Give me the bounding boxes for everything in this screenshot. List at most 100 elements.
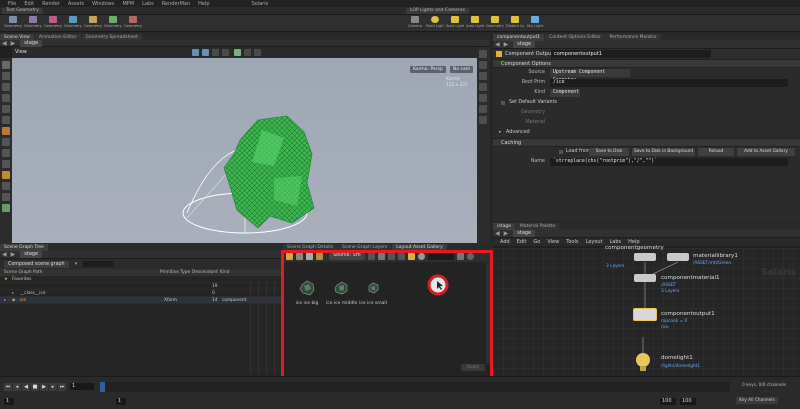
tag-icon[interactable] — [316, 252, 323, 260]
start-frame2-field[interactable]: 1 — [116, 398, 126, 405]
tile-view-icon[interactable] — [397, 252, 405, 260]
grid-icon[interactable] — [212, 49, 219, 56]
shelf-geometry-5[interactable]: Geometry 5 — [84, 16, 102, 31]
section-component-options[interactable]: Component Options — [493, 59, 800, 68]
step-back-icon[interactable]: ◂ — [13, 383, 21, 391]
timeline-bar[interactable] — [100, 382, 730, 392]
render-icon[interactable] — [479, 83, 487, 91]
tab-componentoutput1[interactable]: componentoutput1 — [493, 34, 545, 41]
network-canvas[interactable]: Solaris componentgeometry 3 Layers mater… — [493, 245, 800, 376]
edit-icon[interactable] — [306, 252, 313, 260]
back-icon[interactable]: ◀ — [2, 40, 7, 47]
shelf-geometry-1[interactable]: Geometry 1 — [4, 16, 22, 31]
menu-tools[interactable]: Tools — [566, 238, 578, 246]
view-tool-icon[interactable] — [2, 127, 10, 135]
back-icon[interactable]: ◀ — [2, 251, 7, 258]
shelf-geometry-4[interactable]: Geometry 4 — [64, 16, 82, 31]
list-view-icon[interactable] — [367, 252, 375, 260]
key-all-channels-button[interactable]: Key All Channels — [736, 397, 778, 404]
save-to-disk-button[interactable]: Save to Disk — [589, 148, 629, 156]
forward-icon[interactable]: ▶ — [504, 41, 509, 48]
back-icon[interactable]: ◀ — [495, 41, 500, 48]
stop-icon[interactable]: ■ — [31, 383, 39, 391]
visibility-icon[interactable] — [479, 105, 487, 113]
current-frame-field[interactable]: 1 — [70, 383, 94, 390]
frame-selected-icon[interactable] — [479, 61, 487, 69]
edit-tool-icon[interactable] — [2, 171, 10, 179]
snap-tool-icon[interactable] — [2, 193, 10, 201]
play-reverse-icon[interactable]: ◀ — [22, 383, 30, 391]
source-select[interactable]: Upstream Component Geometry — [550, 69, 630, 83]
param-path[interactable]: stage — [513, 40, 536, 48]
search-icon[interactable] — [417, 252, 425, 260]
pose-tool-icon[interactable] — [2, 116, 10, 124]
favorite-icon[interactable] — [407, 252, 415, 260]
gallery-item-ice-small[interactable]: ice ice small — [358, 279, 388, 306]
end-frame-field[interactable]: 100 — [660, 398, 676, 405]
go-start-icon[interactable]: ⏮ — [4, 383, 12, 391]
go-end-icon[interactable]: ⏭ — [58, 383, 66, 391]
forward-icon[interactable]: ▶ — [504, 230, 509, 237]
shelf-point-light[interactable]: Point Light — [426, 16, 444, 31]
light-icon[interactable] — [254, 49, 261, 56]
expand-icon[interactable]: ▸ — [12, 290, 14, 297]
table-row[interactable]: 19 — [0, 283, 283, 290]
flipbook-icon[interactable] — [479, 94, 487, 102]
sculpt-tool-icon[interactable] — [2, 204, 10, 212]
chevron-down-icon[interactable]: ▾ — [75, 261, 78, 267]
help-icon[interactable] — [466, 252, 474, 260]
large-grid-icon[interactable] — [387, 252, 395, 260]
table-row[interactable]: ▸ ◆ ice Xform 14 component — [0, 297, 283, 304]
scale-tool-icon[interactable] — [2, 94, 10, 102]
apply-button[interactable]: Apply — [461, 364, 485, 371]
shelf-geometry-6[interactable]: Geometry 6 — [104, 16, 122, 31]
shelf-tab-test-geometry[interactable]: Test Geometry — [2, 8, 43, 14]
search-input[interactable] — [427, 252, 454, 260]
tab-content-options-editor[interactable]: Content Options Editor — [545, 34, 605, 41]
guides-icon[interactable] — [222, 49, 229, 56]
home-view-icon[interactable] — [479, 50, 487, 58]
material-tool-icon[interactable] — [2, 149, 10, 157]
shelf-camera[interactable]: Camera — [406, 16, 424, 31]
viewport-canvas[interactable]: Karma: Persp No cam Karma 112 x 337 — [12, 58, 477, 243]
back-icon[interactable]: ◀ — [495, 230, 500, 237]
col-kind[interactable]: Kind — [220, 269, 248, 276]
timeline-cursor[interactable] — [100, 382, 105, 392]
tab-material-palette[interactable]: Material Palette — [516, 223, 560, 230]
name-field[interactable]: `strreplace(chs("rootprim"),"/","")` — [550, 158, 788, 166]
lock-icon[interactable] — [479, 116, 487, 124]
menu-edit[interactable]: Edit — [517, 238, 527, 246]
folder-icon[interactable] — [286, 252, 293, 260]
forward-icon[interactable]: ▶ — [11, 251, 16, 258]
tab-scene-graph-layers[interactable]: Scene Graph Layers — [337, 244, 392, 251]
scene-tree-mode[interactable]: Composed scene graph — [4, 260, 69, 268]
shelf-area-light[interactable]: Area Light — [466, 16, 484, 31]
gallery-item-ice-big[interactable]: ice ice big — [292, 279, 322, 306]
shelf-geometry-light[interactable]: Geometry Light — [486, 16, 504, 31]
shelf-geometry-7[interactable]: Geometry 7 — [124, 16, 142, 31]
paint-tool-icon[interactable] — [2, 182, 10, 190]
expand-icon[interactable]: ▸ — [4, 297, 6, 304]
tab-scene-graph-tree[interactable]: Scene Graph Tree — [0, 244, 48, 251]
reload-button[interactable]: Reload — [698, 148, 734, 156]
tab-scene-graph-details[interactable]: Scene Graph Details — [283, 244, 337, 251]
advanced-row[interactable]: ▸ Advanced — [493, 128, 800, 138]
gallery-item-ice-middle[interactable]: ice ice middle — [326, 279, 357, 306]
geometry-display-icon[interactable] — [234, 49, 241, 56]
snapshot-icon[interactable] — [244, 49, 251, 56]
col-descendant[interactable]: Descendant — [192, 269, 220, 276]
table-row[interactable]: ★ Favorites — [0, 276, 283, 283]
move-tool-icon[interactable] — [2, 72, 10, 80]
shading-icon[interactable] — [202, 49, 209, 56]
menu-add[interactable]: Add — [500, 238, 510, 246]
handle-tool-icon[interactable] — [2, 105, 10, 113]
scene-tree-path[interactable]: stage — [20, 250, 43, 258]
select-tool-icon[interactable] — [2, 61, 10, 69]
tab-performance-monitor[interactable]: Performance Monitor — [605, 34, 661, 41]
end-frame2-field[interactable]: 100 — [680, 398, 696, 405]
checkbox-load-from[interactable] — [559, 150, 563, 154]
add-to-asset-gallery-button[interactable]: Add to Asset Gallery — [737, 148, 795, 156]
tab-layout-asset-gallery[interactable]: Layout Asset Gallery — [392, 244, 447, 251]
scene-tree-filter[interactable] — [83, 261, 114, 267]
display-options-icon[interactable] — [192, 49, 199, 56]
